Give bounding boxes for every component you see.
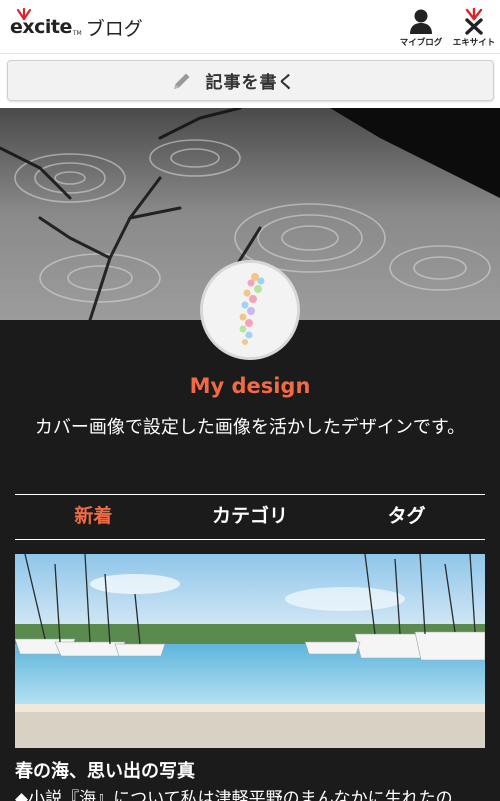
write-article-button[interactable]: 記事を書く (7, 60, 494, 101)
excite-mark-icon (449, 7, 499, 35)
tab-tags[interactable]: タグ (328, 495, 485, 539)
blog-avatar[interactable] (200, 260, 300, 360)
tab-latest[interactable]: 新着 (15, 495, 172, 539)
site-header: excite TM ブログ マイブログ エキサイト (0, 0, 500, 54)
pencil-icon (174, 73, 190, 89)
logo-wordmark: excite (10, 8, 72, 38)
write-article-label: 記事を書く (205, 73, 296, 93)
excite-site-button[interactable]: エキサイト (449, 7, 499, 48)
my-blog-button[interactable]: マイブログ (396, 7, 446, 48)
excite-site-label: エキサイト (452, 38, 496, 48)
excite-blog-logo[interactable]: excite TM ブログ (10, 8, 143, 44)
article-title[interactable]: 春の海、思い出の写真 (15, 757, 195, 783)
article-excerpt: ◆小説『海』について私は津軽平野のまんなかに生れたの (15, 789, 453, 801)
blog-title[interactable]: My design (0, 374, 500, 398)
my-blog-label: マイブログ (399, 38, 443, 48)
logo-blog-label: ブログ (85, 17, 143, 40)
tab-category[interactable]: カテゴリ (172, 495, 329, 539)
blog-description: カバー画像で設定した画像を活かしたデザインです。 (34, 417, 466, 438)
logo-trademark: TM (72, 30, 82, 37)
logo-spark-icon (16, 8, 32, 20)
article-thumbnail[interactable] (15, 554, 485, 748)
content-tabs: 新着 カテゴリ タグ (15, 494, 485, 540)
write-bar: 記事を書く (0, 54, 500, 108)
user-icon (396, 7, 446, 35)
